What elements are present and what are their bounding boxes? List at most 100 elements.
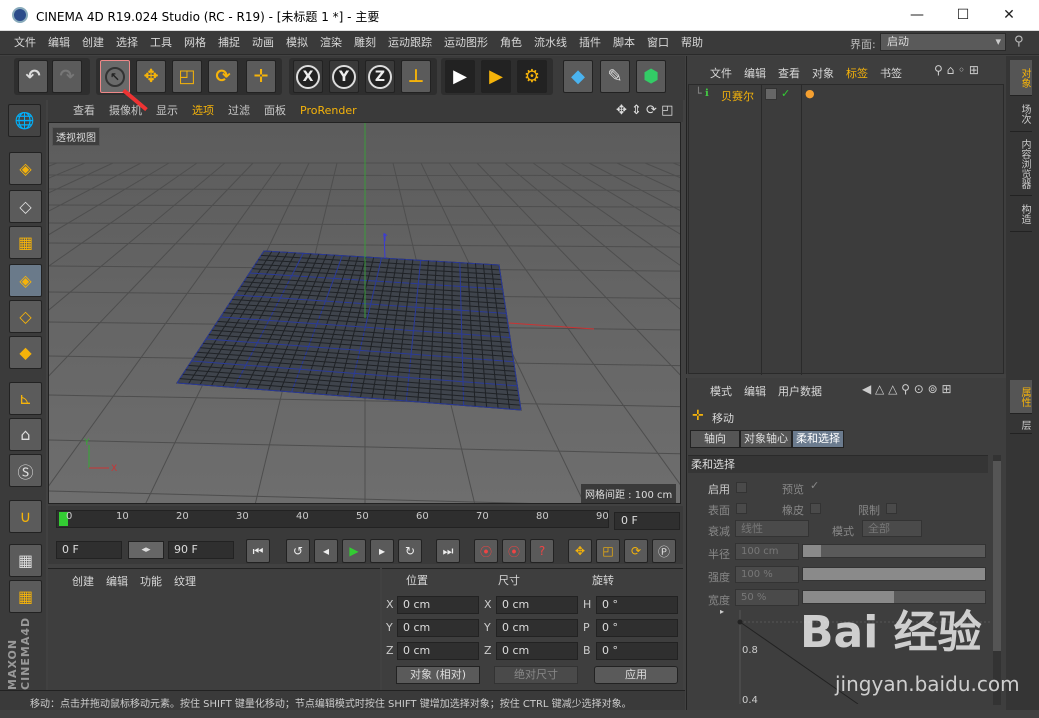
enable-checkbox[interactable]: [736, 482, 747, 493]
viewport-menu-options[interactable]: 选项: [185, 100, 221, 122]
viewport-navigation-icons[interactable]: ✥ ⇕ ⟳ ◰: [616, 103, 673, 118]
z-axis-button[interactable]: Z: [365, 60, 395, 93]
x-axis-button[interactable]: X: [293, 60, 323, 93]
subdivision-button[interactable]: ⬢: [636, 60, 666, 93]
menu-sculpt[interactable]: 雕刻: [348, 31, 382, 55]
live-selection-button[interactable]: ↖: [100, 60, 130, 93]
falloff-select[interactable]: 线性: [735, 520, 809, 537]
tab-axis[interactable]: 轴向: [690, 430, 740, 448]
tab-layers[interactable]: 层: [1010, 414, 1032, 434]
tag-icon[interactable]: ●: [805, 87, 815, 100]
radius-slider[interactable]: [802, 544, 986, 558]
close-button[interactable]: ✕: [986, 0, 1032, 31]
tab-object-axis[interactable]: 对象轴心: [740, 430, 792, 448]
menu-file[interactable]: 文件: [8, 31, 42, 55]
record-scale-button[interactable]: ◰: [596, 539, 620, 563]
menu-mesh[interactable]: 网格: [178, 31, 212, 55]
attribute-menu-userdata[interactable]: 用户数据: [778, 385, 822, 398]
rubber-checkbox[interactable]: [810, 503, 821, 514]
recent-tool-button[interactable]: ✛: [246, 60, 276, 93]
tab-structure[interactable]: 构造: [1010, 196, 1032, 232]
undo-button[interactable]: ↶: [18, 60, 48, 93]
surface-checkbox[interactable]: [736, 503, 747, 514]
menu-script[interactable]: 脚本: [607, 31, 641, 55]
menu-render[interactable]: 渲染: [314, 31, 348, 55]
goto-start-button[interactable]: ⏮: [246, 539, 270, 563]
tab-content-browser[interactable]: 内容浏览器: [1010, 132, 1032, 196]
keyframe-selection-button[interactable]: ?: [530, 539, 554, 563]
coordinate-system-button[interactable]: ⊥: [401, 60, 431, 93]
limit-checkbox[interactable]: [886, 503, 897, 514]
current-frame-field[interactable]: 0 F: [614, 512, 680, 530]
rotation-p-field[interactable]: 0 °: [596, 619, 678, 637]
start-frame-field[interactable]: 0 F: [56, 541, 122, 559]
y-axis-button[interactable]: Y: [329, 60, 359, 93]
menu-help[interactable]: 帮助: [675, 31, 709, 55]
render-settings-button[interactable]: ⚙: [517, 60, 547, 93]
layer-icon[interactable]: [765, 88, 777, 100]
check-icon[interactable]: ✓: [781, 87, 790, 100]
position-z-field[interactable]: 0 cm: [397, 642, 479, 660]
viewport-menu-panel[interactable]: 面板: [257, 100, 293, 122]
next-frame-button[interactable]: ▸: [370, 539, 394, 563]
menu-character[interactable]: 角色: [494, 31, 528, 55]
search-icon[interactable]: ⚲: [1014, 34, 1024, 49]
cube-object-button[interactable]: ◆: [563, 60, 593, 93]
prev-frame-button[interactable]: ◂: [314, 539, 338, 563]
viewport-menu-display[interactable]: 显示: [149, 100, 185, 122]
polygons-mode-button[interactable]: ◆: [9, 336, 42, 369]
size-z-field[interactable]: 0 cm: [496, 642, 578, 660]
attribute-scrollbar[interactable]: [993, 455, 1001, 705]
object-name[interactable]: 贝赛尔: [721, 88, 754, 104]
attribute-toolbar-icons[interactable]: ◀ △ △ ⚲ ⊙ ⊚ ⊞: [862, 382, 952, 396]
apply-button[interactable]: 应用: [594, 666, 678, 684]
solo-button[interactable]: Ⓢ: [9, 454, 42, 487]
size-x-field[interactable]: 0 cm: [496, 596, 578, 614]
strength-field[interactable]: 100 %: [735, 566, 799, 583]
record-rotation-button[interactable]: ⟳: [624, 539, 648, 563]
menu-tools[interactable]: 工具: [144, 31, 178, 55]
tab-attributes[interactable]: 属性: [1010, 380, 1032, 414]
menu-select[interactable]: 选择: [110, 31, 144, 55]
redo-button[interactable]: ↷: [52, 60, 82, 93]
next-key-button[interactable]: ↻: [398, 539, 422, 563]
viewport-menu-view[interactable]: 查看: [66, 100, 102, 122]
menu-motion-tracking[interactable]: 运动跟踪: [382, 31, 438, 55]
tab-soft-selection[interactable]: 柔和选择: [792, 430, 844, 448]
record-keys-button[interactable]: ⦿: [474, 539, 498, 563]
render-view-button[interactable]: ▶: [445, 60, 475, 93]
move-tool-button[interactable]: ✥: [136, 60, 166, 93]
lock-workplane-button[interactable]: ▦: [9, 544, 42, 577]
layout-select[interactable]: 启动: [880, 33, 1006, 51]
coord-mode-select[interactable]: 对象 (相对): [396, 666, 480, 684]
tab-takes[interactable]: 场次: [1010, 96, 1032, 132]
material-menu-edit[interactable]: 编辑: [106, 575, 128, 588]
points-mode-button[interactable]: ◈: [9, 264, 42, 297]
end-frame-field[interactable]: 90 F: [168, 541, 234, 559]
menu-edit[interactable]: 编辑: [42, 31, 76, 55]
mode-select[interactable]: 全部: [862, 520, 922, 537]
preview-checkbox[interactable]: ✓: [810, 479, 819, 492]
tweak-mode-button[interactable]: ⌂: [9, 418, 42, 451]
objects-menu-view[interactable]: 查看: [778, 67, 800, 80]
maximize-button[interactable]: ☐: [940, 0, 986, 31]
prev-key-button[interactable]: ↺: [286, 539, 310, 563]
viewport-menu-filter[interactable]: 过滤: [221, 100, 257, 122]
autokey-button[interactable]: ⦿: [502, 539, 526, 563]
object-list[interactable]: └ ℹ 贝赛尔 ✓ ●: [688, 84, 1004, 375]
menu-create[interactable]: 创建: [76, 31, 110, 55]
render-picture-viewer-button[interactable]: ▶: [481, 60, 511, 93]
timeline-ruler[interactable]: [56, 510, 609, 528]
material-menu-function[interactable]: 功能: [140, 575, 162, 588]
frame-range-slider[interactable]: ◂▸: [128, 541, 164, 559]
make-editable-button[interactable]: ◈: [9, 152, 42, 185]
attribute-menu-edit[interactable]: 编辑: [744, 385, 766, 398]
menu-plugins[interactable]: 插件: [573, 31, 607, 55]
axis-mode-button[interactable]: ⊾: [9, 382, 42, 415]
strength-slider[interactable]: [802, 567, 986, 581]
objects-menu-object[interactable]: 对象: [812, 67, 834, 80]
tab-objects[interactable]: 对象: [1010, 60, 1032, 96]
width-field[interactable]: 50 %: [735, 589, 799, 606]
edges-mode-button[interactable]: ◇: [9, 300, 42, 333]
rotation-b-field[interactable]: 0 °: [596, 642, 678, 660]
